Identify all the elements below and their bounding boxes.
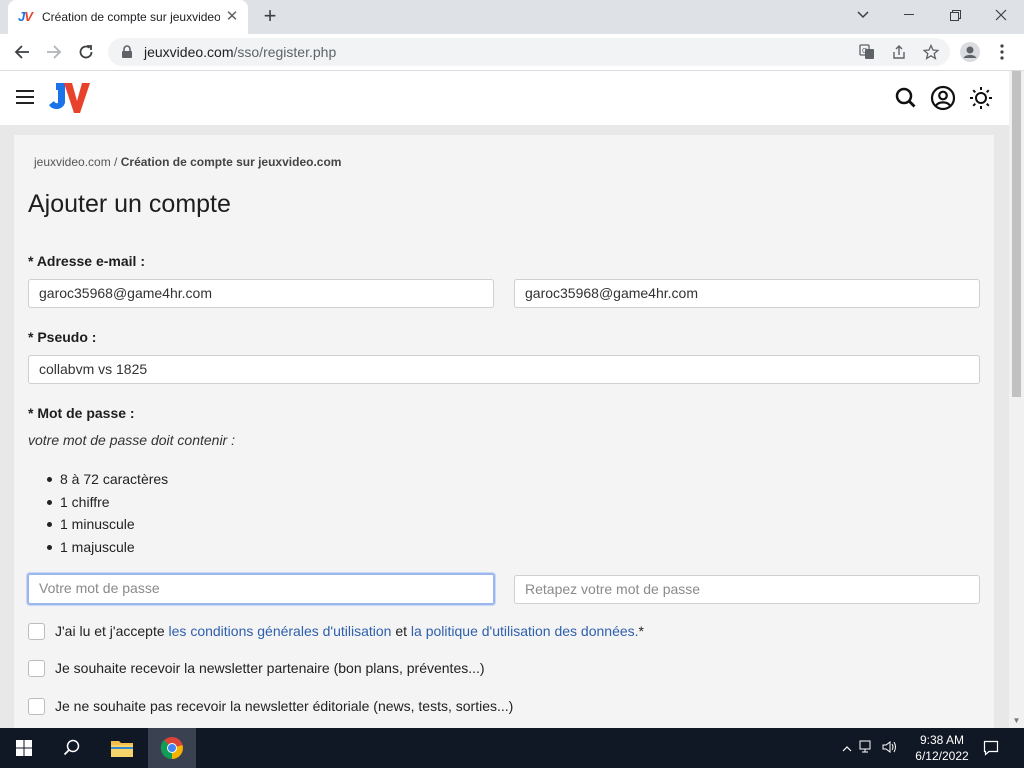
newsletter-editorial-label: Je ne souhaite pas recevoir la newslette… xyxy=(55,698,514,714)
email-field[interactable]: garoc35968@game4hr.com xyxy=(28,279,494,308)
newsletter-partner-checkbox[interactable] xyxy=(28,659,45,677)
share-icon[interactable] xyxy=(890,44,908,62)
restore-icon xyxy=(949,9,961,21)
close-window-button[interactable] xyxy=(978,0,1024,30)
menu-icon[interactable] xyxy=(16,90,34,104)
search-icon xyxy=(63,739,80,756)
pseudo-label: * Pseudo : xyxy=(28,329,97,345)
network-icon[interactable] xyxy=(856,740,878,757)
profile-avatar-icon xyxy=(960,42,980,62)
taskbar-search-button[interactable] xyxy=(48,728,96,768)
translate-icon[interactable]: G xyxy=(858,44,876,62)
password-rule: 8 à 72 caractères xyxy=(46,469,168,492)
registration-card: jeuxvideo.com / Création de compte sur j… xyxy=(14,135,994,728)
password-confirm-field[interactable]: Retapez votre mot de passe xyxy=(514,575,980,604)
email-label: * Adresse e-mail : xyxy=(28,253,145,269)
terms-link[interactable]: les conditions générales d'utilisation xyxy=(169,623,392,639)
chevron-down-icon xyxy=(857,11,869,19)
newsletter-editorial-checkbox[interactable] xyxy=(28,697,45,715)
password-rule: 1 chiffre xyxy=(46,492,168,515)
browser-tab[interactable]: JV Création de compte sur jeuxvideo.com … xyxy=(8,0,248,34)
start-button[interactable] xyxy=(0,728,48,768)
jv-logo[interactable] xyxy=(47,81,91,115)
svg-text:G: G xyxy=(862,48,867,55)
address-bar[interactable]: jeuxvideo.com/sso/register.php G xyxy=(108,38,950,66)
tab-close-icon[interactable]: ✕ xyxy=(224,9,240,25)
notifications-button[interactable] xyxy=(968,728,1014,768)
tab-strip: JV Création de compte sur jeuxvideo.com … xyxy=(0,0,1024,34)
required-marker: * xyxy=(638,623,644,639)
back-button[interactable] xyxy=(8,38,36,66)
notification-icon xyxy=(983,740,999,756)
password-rules-list: 8 à 72 caractères 1 chiffre 1 minuscule … xyxy=(46,469,168,560)
chrome-icon xyxy=(160,737,183,760)
breadcrumb-separator: / xyxy=(110,155,121,169)
url-text: jeuxvideo.com/sso/register.php xyxy=(144,44,337,60)
restore-button[interactable] xyxy=(932,0,978,30)
newsletter-editorial-row: Je ne souhaite pas recevoir la newslette… xyxy=(28,696,513,716)
scroll-down-arrow-icon[interactable]: ▼ xyxy=(1009,713,1024,728)
terms-prefix: J'ai lu et j'accepte xyxy=(55,623,165,639)
terms-row: J'ai lu et j'accepte les conditions géné… xyxy=(28,621,644,641)
minimize-button[interactable] xyxy=(886,0,932,30)
password-rule: 1 majuscule xyxy=(46,537,168,560)
site-header xyxy=(0,71,1009,125)
browser-toolbar: jeuxvideo.com/sso/register.php G xyxy=(0,34,1024,71)
reload-button[interactable] xyxy=(72,38,100,66)
terms-checkbox[interactable] xyxy=(28,622,45,640)
minimize-icon xyxy=(904,14,914,15)
page-scrollbar[interactable]: ▲ ▼ xyxy=(1009,71,1024,728)
breadcrumb-home-link[interactable]: jeuxvideo.com xyxy=(34,155,111,169)
breadcrumb-current: Création de compte sur jeuxvideo.com xyxy=(120,155,342,169)
volume-icon[interactable] xyxy=(878,740,900,757)
tab-title: Création de compte sur jeuxvideo.com xyxy=(42,10,220,24)
system-tray xyxy=(838,728,900,768)
close-icon xyxy=(995,9,1007,21)
password-rule: 1 minuscule xyxy=(46,514,168,537)
tab-search-button[interactable] xyxy=(840,0,886,30)
browser-menu-button[interactable] xyxy=(988,38,1016,66)
file-explorer-button[interactable] xyxy=(98,728,146,768)
forward-button[interactable] xyxy=(40,38,68,66)
reload-icon xyxy=(79,45,93,59)
page-viewport: jeuxvideo.com / Création de compte sur j… xyxy=(0,71,1024,728)
jv-favicon-icon: JV xyxy=(18,9,33,24)
show-hidden-icons-chevron-icon[interactable] xyxy=(838,741,856,755)
arrow-left-icon xyxy=(14,45,29,59)
password-hint: votre mot de passe doit contenir : xyxy=(28,432,235,448)
email-confirm-field[interactable]: garoc35968@game4hr.com xyxy=(514,279,980,308)
terms-and: et xyxy=(395,623,408,639)
pseudo-field[interactable]: collabvm vs 1825 xyxy=(28,355,980,384)
profile-button[interactable] xyxy=(956,38,984,66)
folder-icon xyxy=(111,741,133,757)
privacy-policy-link[interactable]: la politique d'utilisation des données. xyxy=(411,623,639,639)
chrome-taskbar-button[interactable] xyxy=(148,728,196,768)
account-icon[interactable] xyxy=(930,85,956,111)
theme-toggle-icon[interactable] xyxy=(968,85,994,111)
windows-taskbar: 9:38 AM 6/12/2022 xyxy=(0,728,1024,768)
scrollbar-thumb[interactable] xyxy=(1012,71,1021,397)
password-field[interactable]: Votre mot de passe xyxy=(27,573,495,605)
windows-logo-icon xyxy=(16,740,32,756)
new-tab-button[interactable]: + xyxy=(258,5,282,29)
newsletter-partner-label: Je souhaite recevoir la newsletter parte… xyxy=(55,660,485,676)
lock-icon xyxy=(122,45,132,58)
search-icon[interactable] xyxy=(893,85,919,111)
page-title: Ajouter un compte xyxy=(28,190,231,218)
newsletter-partner-row: Je souhaite recevoir la newsletter parte… xyxy=(28,658,485,678)
password-label: * Mot de passe : xyxy=(28,405,135,421)
bookmark-star-icon[interactable] xyxy=(922,43,940,62)
arrow-right-icon xyxy=(47,45,62,59)
breadcrumb: jeuxvideo.com / Création de compte sur j… xyxy=(34,155,341,169)
kebab-menu-icon xyxy=(1000,44,1004,60)
